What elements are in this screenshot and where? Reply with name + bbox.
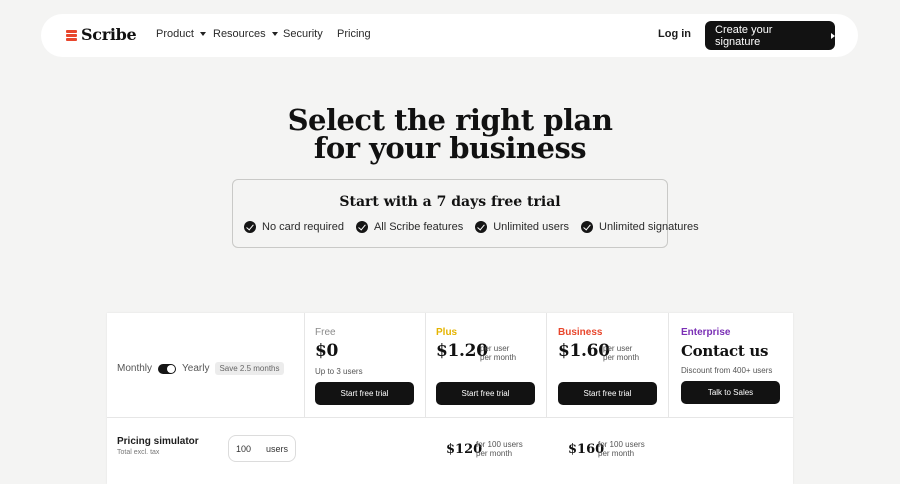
per-month-label: per month xyxy=(476,449,513,458)
plan-name: Free xyxy=(315,327,336,338)
pricing-table: Monthly Yearly Save 2.5 months Free $0 U… xyxy=(107,313,793,484)
save-badge: Save 2.5 months xyxy=(215,362,284,375)
per-month-label: per month xyxy=(603,353,640,362)
plan-enterprise: Enterprise Contact us Discount from 400+… xyxy=(681,313,791,417)
plan-name: Enterprise xyxy=(681,327,731,338)
plan-price-unit: per user per month xyxy=(603,344,639,362)
create-signature-button[interactable]: Create your signature xyxy=(705,21,835,50)
plan-note: Up to 3 users xyxy=(315,367,363,376)
billing-toggle[interactable] xyxy=(158,363,177,374)
pricing-simulator-subtitle: Total excl. tax xyxy=(117,449,160,456)
for-users-label: for 100 users xyxy=(598,440,645,449)
chevron-down-icon xyxy=(271,32,278,36)
nav-resources[interactable]: Resources xyxy=(213,28,278,40)
feature-item: No card required xyxy=(244,221,344,233)
plan-price: Contact us xyxy=(681,342,769,360)
check-circle-icon xyxy=(244,221,256,233)
page-title-line-2: for your business xyxy=(313,131,587,165)
free-trial-title: Start with a 7 days free trial xyxy=(339,194,561,210)
nav-security[interactable]: Security xyxy=(283,28,323,40)
billing-period-switch: Monthly Yearly Save 2.5 months xyxy=(117,362,284,375)
nav-product-label: Product xyxy=(156,28,194,40)
users-count-input[interactable]: 100 users xyxy=(228,435,296,462)
scribe-logo-icon xyxy=(66,29,77,41)
plan-note: Discount from 400+ users xyxy=(681,366,773,375)
top-navbar: Scribe Product Resources Security Pricin… xyxy=(41,14,858,57)
plan-price: $0 xyxy=(315,341,339,361)
feature-item: All Scribe features xyxy=(355,221,464,233)
plan-name: Business xyxy=(558,327,603,338)
nav-product[interactable]: Product xyxy=(156,28,206,40)
feature-label: Unlimited signatures xyxy=(599,221,699,233)
per-month-label: per month xyxy=(598,449,635,458)
scribe-logo[interactable]: Scribe xyxy=(66,25,137,44)
free-trial-box: Start with a 7 days free trial No card r… xyxy=(232,179,699,248)
per-month-label: per month xyxy=(480,353,517,362)
users-count-value: 100 xyxy=(236,443,252,454)
column-divider xyxy=(668,313,669,417)
column-divider xyxy=(546,313,547,417)
plan-name: Plus xyxy=(436,327,458,338)
business-total-unit: for 100 users per month xyxy=(598,440,645,458)
start-free-trial-button[interactable]: Start free trial xyxy=(558,382,657,405)
per-user-label: per user xyxy=(480,344,510,353)
check-circle-icon xyxy=(581,221,594,233)
pricing-simulator-title: Pricing simulator xyxy=(117,436,199,447)
nav-pricing-label: Pricing xyxy=(337,28,371,40)
per-user-label: per user xyxy=(603,344,633,353)
check-circle-icon xyxy=(475,221,488,233)
for-users-label: for 100 users xyxy=(476,440,523,449)
users-unit-label: users xyxy=(266,443,289,454)
plan-price-unit: per user per month xyxy=(480,344,516,362)
check-circle-icon xyxy=(355,221,368,233)
plus-total-unit: for 100 users per month xyxy=(476,440,523,458)
plan-price: $1.60 xyxy=(558,341,610,361)
feature-item: Unlimited users xyxy=(475,221,569,233)
column-divider xyxy=(304,313,305,417)
feature-label: Unlimited users xyxy=(493,221,570,233)
feature-label: No card required xyxy=(262,221,344,233)
create-signature-label: Create your signature xyxy=(715,23,773,48)
nav-resources-label: Resources xyxy=(213,28,266,40)
monthly-label[interactable]: Monthly xyxy=(117,363,152,374)
yearly-label[interactable]: Yearly xyxy=(182,363,209,374)
chevron-down-icon xyxy=(199,32,206,36)
plan-business: Business $1.60 per user per month Start … xyxy=(558,313,668,417)
feature-label: All Scribe features xyxy=(373,221,464,233)
plan-plus: Plus $1.20 per user per month Start free… xyxy=(436,313,546,417)
caret-right-icon xyxy=(831,32,835,39)
login-link[interactable]: Log in xyxy=(658,28,691,40)
column-divider xyxy=(425,313,426,417)
nav-security-label: Security xyxy=(283,28,323,40)
talk-to-sales-button[interactable]: Talk to Sales xyxy=(681,381,780,404)
nav-pricing[interactable]: Pricing xyxy=(337,28,371,40)
start-free-trial-button[interactable]: Start free trial xyxy=(436,382,535,405)
start-free-trial-button[interactable]: Start free trial xyxy=(315,382,414,405)
trial-features: No card required All Scribe features Unl… xyxy=(244,221,699,233)
row-divider xyxy=(107,417,793,418)
feature-item: Unlimited signatures xyxy=(581,221,699,233)
plan-free: Free $0 Up to 3 users Start free trial xyxy=(315,313,425,417)
brand-name: Scribe xyxy=(81,25,137,44)
